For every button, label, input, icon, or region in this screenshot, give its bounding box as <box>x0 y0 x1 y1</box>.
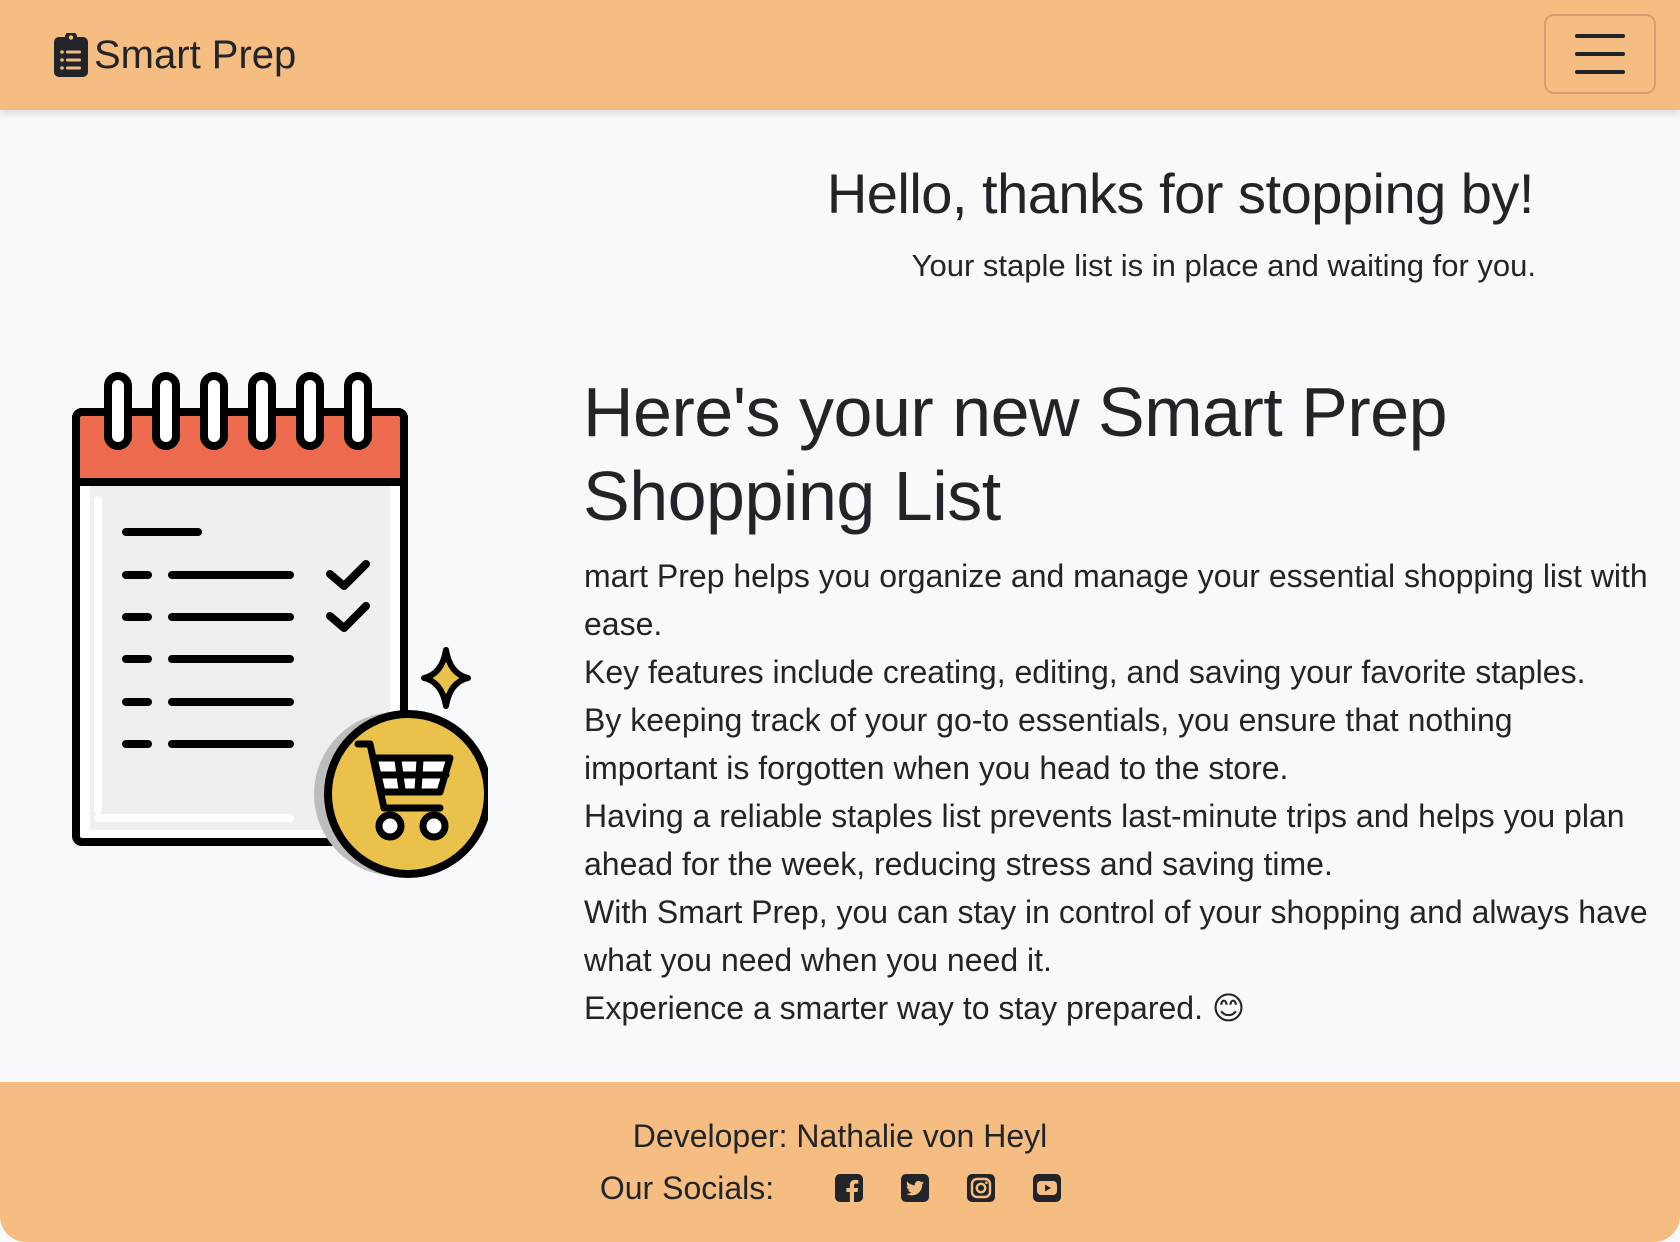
brand-text: Smart Prep <box>94 33 297 77</box>
youtube-icon <box>1033 1174 1062 1202</box>
youtube-link[interactable] <box>1031 1172 1063 1204</box>
socials-row: Our Socials: <box>0 1166 1680 1210</box>
socials-label: Our Socials: <box>599 1170 775 1206</box>
brand-link[interactable]: Smart Prep <box>54 30 296 80</box>
navbar: Smart Prep <box>0 0 1680 110</box>
twitter-link[interactable] <box>899 1172 931 1204</box>
description-paragraph: Experience a smarter way to stay prepare… <box>584 990 1246 1026</box>
description-paragraph: Having a reliable staples list prevents … <box>584 798 1625 882</box>
shopping-list-cart-illustration <box>72 372 488 878</box>
navbar-toggler-button[interactable] <box>1544 14 1656 94</box>
footer: Developer: Nathalie von Heyl Our Socials… <box>0 1082 1680 1242</box>
description-paragraph: mart Prep helps you organize and manage … <box>584 558 1648 642</box>
developer-credit: Developer: Nathalie von Heyl <box>632 1118 1048 1154</box>
description: mart Prep helps you organize and manage … <box>584 552 1654 1032</box>
hamburger-menu-icon-bar <box>1575 52 1625 56</box>
instagram-icon <box>967 1174 996 1202</box>
description-paragraph: With Smart Prep, you can stay in control… <box>584 894 1648 978</box>
description-paragraph: Key features include creating, editing, … <box>584 654 1586 690</box>
clipboard-list-icon <box>54 33 88 77</box>
instagram-link[interactable] <box>965 1172 997 1204</box>
hero-title: Hello, thanks for stopping by! <box>826 162 1535 225</box>
facebook-link[interactable] <box>833 1172 865 1204</box>
hamburger-menu-icon-bar <box>1575 70 1625 74</box>
shopping-list-heading: Here's your new Smart Prep Shopping List <box>583 373 1448 535</box>
twitter-icon <box>901 1174 930 1202</box>
facebook-icon <box>835 1174 864 1202</box>
hamburger-menu-icon <box>1575 34 1625 38</box>
hero-subtitle: Your staple list is in place and waiting… <box>911 248 1536 283</box>
description-paragraph: By keeping track of your go-to essential… <box>584 702 1513 786</box>
